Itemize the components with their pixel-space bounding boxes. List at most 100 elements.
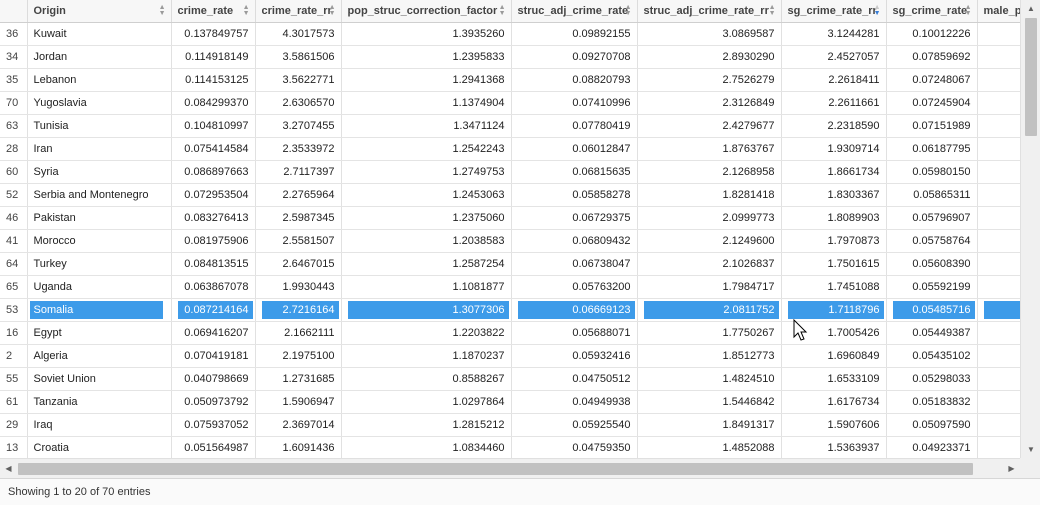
table-cell[interactable]: 2.1662111 — [255, 321, 342, 345]
table-cell[interactable]: 0.05449387 — [886, 321, 978, 345]
table-cell[interactable]: 1.4824510 — [637, 367, 782, 391]
table-row[interactable]: 41 Morocco 0.081975906 2.5581507 1.2038583 0.… — [0, 229, 1020, 253]
table-cell[interactable]: 0.06809432 — [511, 229, 638, 253]
table-row[interactable]: 61 Tanzania 0.050973792 1.5906947 1.0297864 0… — [0, 390, 1020, 414]
table-cell[interactable]: 1.7984717 — [637, 275, 782, 299]
table-cell[interactable]: 0.52072 — [977, 252, 1020, 276]
table-cell[interactable]: 0.63623 — [977, 344, 1020, 368]
table-cell[interactable]: 0.05608390 — [886, 252, 978, 276]
column-header-col8[interactable]: sg_crime_rate ▲ ▼ — [886, 0, 978, 23]
table-cell[interactable]: 2.6306570 — [255, 91, 342, 115]
table-cell[interactable]: 2.4527057 — [781, 45, 887, 69]
table-cell[interactable]: 0.54788 — [977, 45, 1020, 69]
table-cell[interactable]: 2.5581507 — [255, 229, 342, 253]
table-row[interactable]: 60 Syria 0.086897663 2.7117397 1.2749753 0.06… — [0, 160, 1020, 184]
table-cell[interactable]: 0.087214164 — [171, 298, 256, 322]
table-cell[interactable]: 1.3935260 — [341, 22, 512, 46]
table-cell[interactable]: 3.0869587 — [637, 22, 782, 46]
table-cell[interactable]: 0.081975906 — [171, 229, 256, 253]
table-cell[interactable]: 0.05763200 — [511, 275, 638, 299]
column-header-col9[interactable]: male_pct▲▼ — [977, 0, 1020, 23]
table-cell[interactable]: 2.7216164 — [255, 298, 342, 322]
table-cell[interactable]: 0.04949938 — [511, 390, 638, 414]
table-cell[interactable]: 1.2453063 — [341, 183, 512, 207]
table-cell[interactable]: 0.06187795 — [886, 137, 978, 161]
table-cell[interactable]: 1.8661734 — [781, 160, 887, 184]
table-cell[interactable]: 0.37338 — [977, 275, 1020, 299]
table-cell[interactable]: Algeria — [27, 344, 172, 368]
table-cell[interactable]: 0.06669123 — [511, 298, 638, 322]
table-cell[interactable]: 1.8281418 — [637, 183, 782, 207]
table-cell[interactable]: 2.2765964 — [255, 183, 342, 207]
table-cell[interactable]: 0.05980150 — [886, 160, 978, 184]
table-cell[interactable]: 1.3471124 — [341, 114, 512, 138]
vertical-scroll-thumb[interactable] — [1025, 18, 1037, 136]
table-cell[interactable]: 0.10012226 — [886, 22, 978, 46]
table-cell[interactable]: 0.39334 — [977, 367, 1020, 391]
table-cell[interactable]: 0.05485716 — [886, 298, 978, 322]
table-cell[interactable]: 1.5446842 — [637, 390, 782, 414]
table-cell[interactable]: 0.07245904 — [886, 91, 978, 115]
table-cell[interactable]: 0.48539 — [977, 183, 1020, 207]
table-cell[interactable]: 1.6176734 — [781, 390, 887, 414]
table-row[interactable]: 46 Pakistan 0.083276413 2.5987345 1.2375060 0… — [0, 206, 1020, 230]
table-cell[interactable]: 1.2941368 — [341, 68, 512, 92]
table-cell[interactable]: 2.0999773 — [637, 206, 782, 230]
table-cell[interactable]: 2.3126849 — [637, 91, 782, 115]
scroll-left-arrow-icon[interactable]: ◀ — [0, 459, 17, 479]
table-cell[interactable]: 1.5906947 — [255, 390, 342, 414]
table-cell[interactable]: Egypt — [27, 321, 172, 345]
column-header-col7[interactable]: sg_crime_rate_rr ▲ ▼ — [781, 0, 887, 23]
table-cell[interactable]: 0.09270708 — [511, 45, 638, 69]
table-cell[interactable]: Croatia — [27, 436, 172, 458]
table-cell[interactable]: 1.6091436 — [255, 436, 342, 458]
table-cell[interactable]: Uganda — [27, 275, 172, 299]
table-cell[interactable]: 1.2815212 — [341, 413, 512, 437]
column-header-col3[interactable]: crime_rate_rr ▲ ▼ — [255, 0, 342, 23]
table-row[interactable]: 52 Serbia and Montenegro 0.072953504 2.2765… — [0, 183, 1020, 207]
data-grid[interactable]: Origin ▲ ▼ crime_rate ▲ ▼ crime_rate_rr ▲ ▼ pop_s… — [0, 0, 1020, 458]
table-cell[interactable]: 0.104810997 — [171, 114, 256, 138]
table-cell[interactable]: 1.7451088 — [781, 275, 887, 299]
sort-arrows-icon[interactable]: ▲ ▼ — [499, 4, 506, 17]
sort-arrows-icon[interactable]: ▲ ▼ — [159, 4, 166, 17]
sort-arrows-icon[interactable]: ▲ ▼ — [329, 4, 336, 17]
table-cell[interactable]: 1.6960849 — [781, 344, 887, 368]
table-cell[interactable]: 0.8588267 — [341, 367, 512, 391]
table-cell[interactable]: 0.075937052 — [171, 413, 256, 437]
table-cell[interactable]: Syria — [27, 160, 172, 184]
table-cell[interactable]: Pakistan — [27, 206, 172, 230]
column-header-col2[interactable]: crime_rate ▲ ▼ — [171, 0, 256, 23]
table-cell[interactable]: 0.114918149 — [171, 45, 256, 69]
table-cell[interactable]: 0.07410996 — [511, 91, 638, 115]
table-cell[interactable]: 0.114153125 — [171, 68, 256, 92]
table-cell[interactable]: 1.4852088 — [637, 436, 782, 458]
table-cell[interactable]: 0.05858278 — [511, 183, 638, 207]
table-row[interactable]: 70 Yugoslavia 0.084299370 2.6306570 1.137490… — [0, 91, 1020, 115]
table-cell[interactable]: 1.2542243 — [341, 137, 512, 161]
sort-desc-icon[interactable]: ▲ ▼ — [874, 4, 881, 17]
sort-arrows-icon[interactable]: ▲ ▼ — [625, 4, 632, 17]
table-cell[interactable]: 2.1026837 — [637, 252, 782, 276]
sort-arrows-icon[interactable]: ▲ ▼ — [965, 4, 972, 17]
table-cell[interactable]: 0.68014 — [977, 114, 1020, 138]
table-cell[interactable]: 1.7970873 — [781, 229, 887, 253]
table-cell[interactable]: 0.05097590 — [886, 413, 978, 437]
table-cell[interactable]: 0.57443 — [977, 22, 1020, 46]
table-cell[interactable]: 1.5907606 — [781, 413, 887, 437]
column-header-col6[interactable]: struc_adj_crime_rate_rr ▲ ▼ — [637, 0, 782, 23]
table-row[interactable]: 55 Soviet Union 0.040798669 1.2731685 0.8588… — [0, 367, 1020, 391]
table-cell[interactable]: 0.06729375 — [511, 206, 638, 230]
table-cell[interactable]: 0.49782 — [977, 436, 1020, 458]
table-cell[interactable]: 2.4279677 — [637, 114, 782, 138]
table-cell[interactable]: Jordan — [27, 45, 172, 69]
table-cell[interactable]: 0.070419181 — [171, 344, 256, 368]
table-cell[interactable]: 0.52703 — [977, 298, 1020, 322]
table-row[interactable]: 35 Lebanon 0.114153125 3.5622771 1.2941368 0.… — [0, 68, 1020, 92]
table-cell[interactable]: 4.3017573 — [255, 22, 342, 46]
table-cell[interactable]: 1.8512773 — [637, 344, 782, 368]
table-cell[interactable]: 1.5363937 — [781, 436, 887, 458]
column-header-col4[interactable]: pop_struc_correction_factor ▲ ▼ — [341, 0, 512, 23]
table-cell[interactable]: 0.06012847 — [511, 137, 638, 161]
table-cell[interactable]: Somalia — [27, 298, 172, 322]
